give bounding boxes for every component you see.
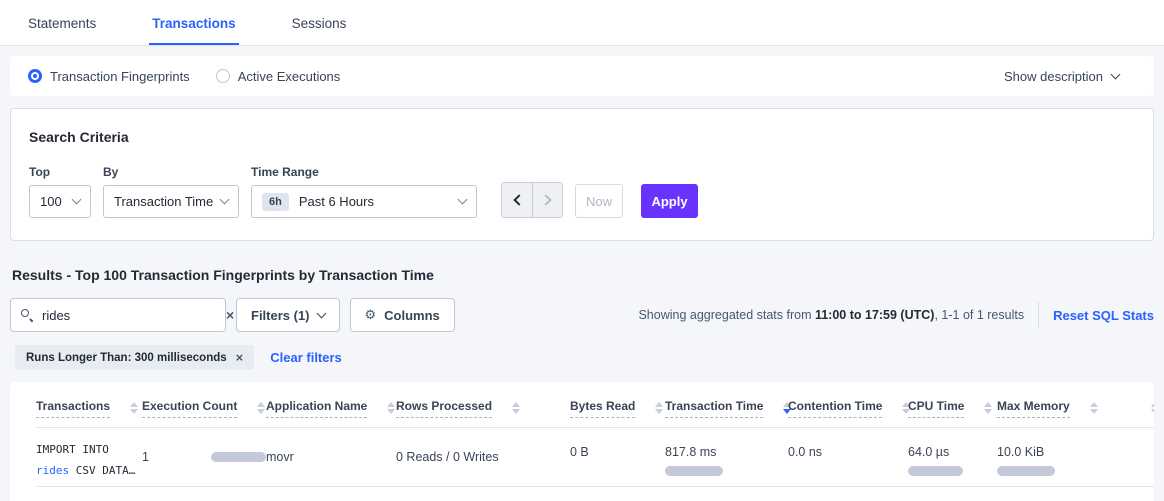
results-search-input[interactable] — [42, 308, 218, 323]
by-value: Transaction Time — [114, 194, 213, 209]
time-range-field: Time Range 6h Past 6 Hours — [251, 165, 477, 218]
radio-label: Transaction Fingerprints — [50, 69, 190, 84]
by-select[interactable]: Transaction Time — [103, 185, 239, 218]
sort-icon[interactable] — [984, 402, 992, 414]
now-button[interactable]: Now — [575, 184, 623, 218]
chevron-down-icon — [458, 195, 468, 205]
transaction-fingerprint-cell: IMPORT INTO rides CSV DATA… — [36, 428, 142, 486]
clear-search-icon[interactable]: × — [226, 308, 234, 322]
top-value: 100 — [40, 194, 62, 209]
column-header-max-memory[interactable]: Max Memory — [997, 399, 1145, 418]
column-header-rows-processed[interactable]: Rows Processed — [396, 399, 570, 418]
contention-time-cell: 0.0 ns — [788, 428, 908, 486]
results-heading: Results - Top 100 Transaction Fingerprin… — [10, 267, 1154, 283]
by-label: By — [103, 165, 239, 179]
execution-count-cell: 1 — [142, 428, 266, 486]
tab-transactions[interactable]: Transactions — [149, 16, 238, 45]
search-criteria-card: Search Criteria Top 100 By Transaction T… — [10, 108, 1154, 241]
column-header-transactions[interactable]: Transactions — [36, 399, 142, 418]
sort-icon[interactable] — [130, 402, 138, 414]
chevron-down-icon — [72, 195, 82, 205]
time-step-controls — [501, 182, 563, 218]
chevron-right-icon — [540, 194, 551, 205]
cpu-time-bar — [908, 466, 963, 476]
page-content: Transaction Fingerprints Active Executio… — [0, 56, 1164, 501]
sort-icon[interactable] — [387, 402, 395, 414]
execution-count-bar — [211, 452, 266, 462]
aggregated-stats-text: Showing aggregated stats from 11:00 to 1… — [638, 308, 1024, 322]
time-range-select[interactable]: 6h Past 6 Hours — [251, 185, 477, 218]
show-description-toggle[interactable]: Show description — [1004, 69, 1119, 84]
radio-selected-icon — [28, 69, 42, 83]
time-range-value: Past 6 Hours — [299, 194, 374, 209]
top-field: Top 100 — [29, 165, 91, 218]
results-search-box: × — [10, 298, 226, 332]
bytes-read-cell: 0 B — [570, 428, 665, 486]
sort-icon[interactable] — [257, 402, 265, 414]
remove-filter-icon[interactable]: × — [236, 351, 244, 364]
sort-icon[interactable] — [1090, 402, 1098, 414]
clear-filters-link[interactable]: Clear filters — [270, 350, 342, 365]
radio-active-executions[interactable]: Active Executions — [216, 69, 341, 84]
column-header-cpu-time[interactable]: CPU Time — [908, 399, 997, 418]
gear-icon: ⚙ — [365, 308, 377, 323]
top-label: Top — [29, 165, 91, 179]
radio-label: Active Executions — [238, 69, 341, 84]
vertical-divider — [1038, 302, 1039, 328]
chevron-left-icon — [513, 194, 524, 205]
reset-sql-stats-link[interactable]: Reset SQL Stats — [1053, 308, 1154, 323]
column-header-truncated[interactable] — [1145, 399, 1154, 418]
chevron-down-icon — [220, 195, 230, 205]
sort-icon[interactable] — [512, 402, 520, 414]
radio-unselected-icon — [216, 69, 230, 83]
sort-icon[interactable] — [655, 402, 663, 414]
filter-pill-label: Runs Longer Than: 300 milliseconds — [26, 352, 227, 364]
results-controls: × Filters (1) ⚙ Columns Showing aggregat… — [10, 298, 1154, 332]
tab-sessions[interactable]: Sessions — [289, 16, 350, 45]
max-memory-cell: 10.0 KiB — [997, 428, 1145, 486]
active-filters-row: Runs Longer Than: 300 milliseconds × Cle… — [10, 345, 1154, 370]
application-name-cell: movr — [266, 428, 396, 486]
page-tabs: Statements Transactions Sessions — [0, 0, 1164, 46]
columns-button[interactable]: ⚙ Columns — [350, 298, 455, 332]
show-description-label: Show description — [1004, 69, 1103, 84]
transaction-link[interactable]: rides — [36, 464, 69, 477]
view-toggle-bar: Transaction Fingerprints Active Executio… — [10, 56, 1154, 96]
chevron-down-icon — [1111, 69, 1121, 79]
filter-pill: Runs Longer Than: 300 milliseconds × — [15, 345, 254, 370]
rows-processed-cell: 0 Reads / 0 Writes — [396, 428, 570, 486]
apply-button[interactable]: Apply — [641, 184, 698, 218]
previous-time-button[interactable] — [502, 183, 532, 217]
tab-statements[interactable]: Statements — [25, 16, 99, 45]
next-time-button[interactable] — [532, 183, 562, 217]
radio-transaction-fingerprints[interactable]: Transaction Fingerprints — [28, 69, 190, 84]
column-header-bytes-read[interactable]: Bytes Read — [570, 399, 665, 418]
search-icon — [21, 309, 34, 322]
time-range-label: Time Range — [251, 165, 477, 179]
column-header-transaction-time[interactable]: Transaction Time — [665, 399, 788, 418]
search-criteria-title: Search Criteria — [29, 129, 1135, 145]
by-field: By Transaction Time — [103, 165, 239, 218]
table-row: IMPORT INTO rides CSV DATA… 1 movr 0 Rea… — [36, 428, 1154, 487]
cpu-time-cell: 64.0 µs — [908, 428, 997, 486]
sort-icon[interactable] — [1151, 402, 1154, 414]
transaction-time-cell: 817.8 ms — [665, 428, 788, 486]
column-header-application-name[interactable]: Application Name — [266, 399, 396, 418]
column-header-execution-count[interactable]: Execution Count — [142, 399, 266, 418]
results-table: Transactions Execution Count Application… — [10, 382, 1154, 501]
table-header-row: Transactions Execution Count Application… — [36, 399, 1154, 428]
time-range-badge: 6h — [262, 193, 289, 211]
filters-button[interactable]: Filters (1) — [236, 298, 340, 332]
column-header-contention-time[interactable]: Contention Time — [788, 399, 908, 418]
filters-label: Filters (1) — [251, 308, 310, 323]
stats-period: 11:00 to 17:59 (UTC) — [815, 308, 934, 322]
transaction-time-bar — [665, 466, 723, 476]
max-memory-bar — [997, 466, 1055, 476]
top-select[interactable]: 100 — [29, 185, 91, 218]
chevron-down-icon — [316, 308, 326, 318]
columns-label: Columns — [384, 308, 440, 323]
